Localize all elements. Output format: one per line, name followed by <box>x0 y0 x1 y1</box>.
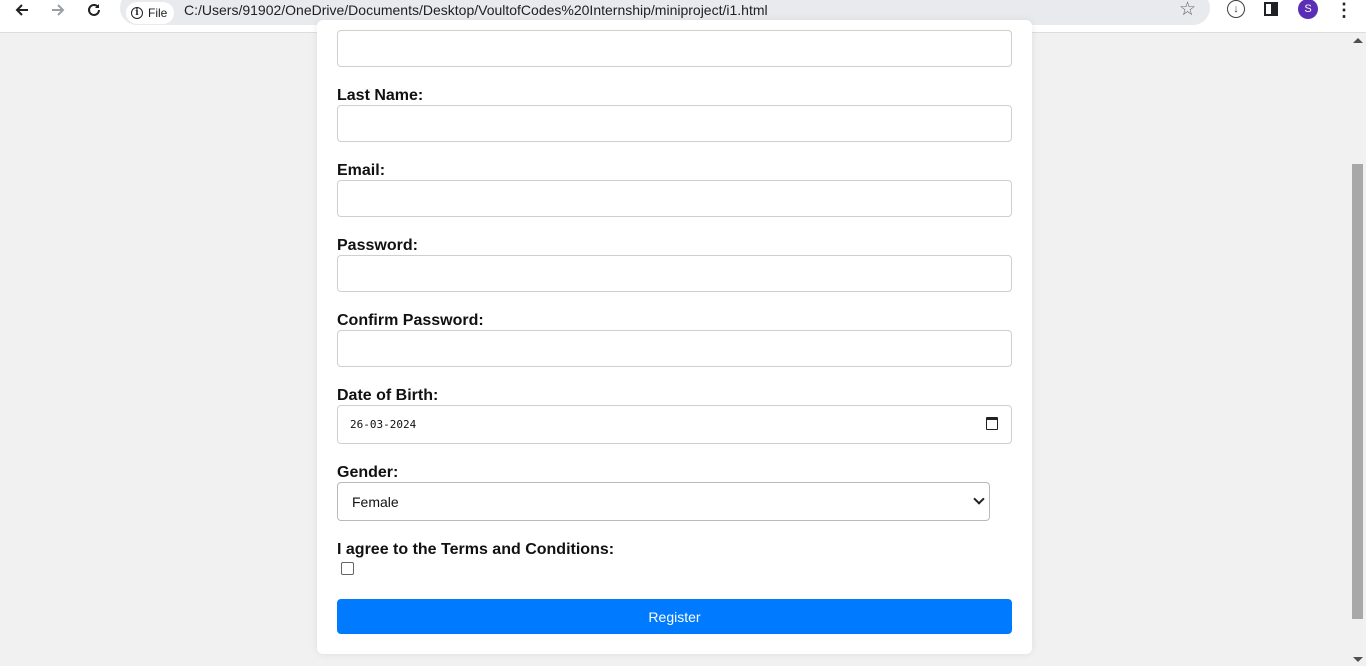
url-text[interactable]: C:/Users/91902/OneDrive/Documents/Deskto… <box>184 2 768 18</box>
first-name-input[interactable] <box>337 30 1012 67</box>
password-label: Password: <box>337 237 418 254</box>
site-info-chip[interactable]: i File <box>126 2 175 24</box>
page-scrollbar[interactable] <box>1350 33 1366 666</box>
gender-select[interactable]: Female <box>337 482 990 521</box>
terms-checkbox[interactable] <box>341 562 354 575</box>
chevron-down-icon <box>973 493 985 505</box>
dob-label: Date of Birth: <box>337 387 439 404</box>
side-panel-icon[interactable] <box>1264 2 1278 16</box>
scroll-up-arrow-icon[interactable] <box>1353 38 1363 43</box>
scroll-down-arrow-icon[interactable] <box>1353 657 1363 662</box>
last-name-label: Last Name: <box>337 87 424 104</box>
info-icon: i <box>131 7 143 19</box>
site-chip-label: File <box>148 6 168 20</box>
profile-avatar[interactable]: S <box>1298 0 1318 19</box>
dob-value: 26-03-2024 <box>350 418 417 431</box>
confirm-password-input[interactable] <box>337 330 1012 367</box>
menu-kebab-icon[interactable]: ⋮ <box>1334 0 1354 20</box>
forward-icon[interactable] <box>44 0 72 20</box>
password-input[interactable] <box>337 255 1012 292</box>
download-icon[interactable]: ↓ <box>1227 0 1245 18</box>
register-button[interactable]: Register <box>337 599 1012 634</box>
dob-date-input[interactable]: 26-03-2024 <box>337 405 1012 444</box>
email-input[interactable] <box>337 180 1012 217</box>
bookmark-star-icon[interactable]: ☆ <box>1179 0 1196 21</box>
email-label: Email: <box>337 162 386 179</box>
calendar-icon[interactable] <box>986 417 998 430</box>
back-icon[interactable] <box>8 0 36 20</box>
scroll-thumb[interactable] <box>1352 164 1363 619</box>
reload-icon[interactable] <box>80 0 108 20</box>
gender-label: Gender: <box>337 464 399 481</box>
gender-selected-value: Female <box>352 494 399 510</box>
confirm-password-label: Confirm Password: <box>337 312 484 329</box>
terms-label: I agree to the Terms and Conditions: <box>337 541 615 558</box>
last-name-input[interactable] <box>337 105 1012 142</box>
